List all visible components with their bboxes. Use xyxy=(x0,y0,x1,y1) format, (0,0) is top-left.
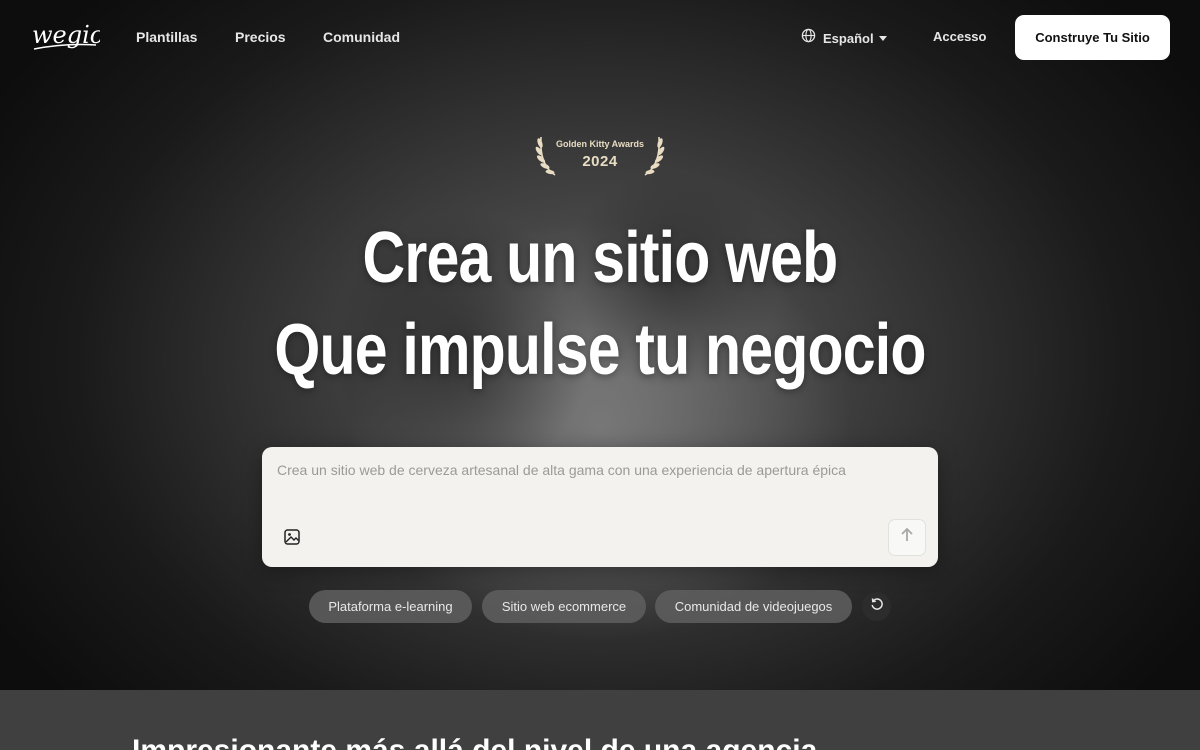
refresh-icon xyxy=(870,597,884,616)
globe-icon xyxy=(801,28,816,48)
wegic-logo[interactable]: wegic xyxy=(30,18,103,54)
build-site-button[interactable]: Construye Tu Sitio xyxy=(1015,15,1170,60)
prompt-placeholder[interactable]: Crea un sitio web de cerveza artesanal d… xyxy=(277,459,867,482)
headline-line-1: Crea un sitio web xyxy=(362,218,839,298)
nav-link-comunidad[interactable]: Comunidad xyxy=(323,29,400,45)
caret-down-icon xyxy=(878,35,887,41)
suggestion-chip[interactable]: Sitio web ecommerce xyxy=(482,590,646,623)
next-section: Impresionante más allá del nivel de una … xyxy=(0,690,1200,750)
prompt-input-box[interactable]: Crea un sitio web de cerveza artesanal d… xyxy=(262,447,938,567)
suggestion-chip[interactable]: Plataforma e-learning xyxy=(309,590,472,623)
hero-headline: Crea un sitio web Que impulse tu negocio xyxy=(0,212,1200,396)
language-selector[interactable]: Español xyxy=(801,28,887,48)
suggestion-chip[interactable]: Comunidad de videojuegos xyxy=(655,590,852,623)
arrow-up-icon xyxy=(899,527,915,548)
award-badge: Golden Kitty Awards 2024 xyxy=(533,133,667,177)
refresh-suggestions-button[interactable] xyxy=(862,592,891,621)
image-upload-icon[interactable] xyxy=(283,528,301,546)
language-label: Español xyxy=(823,30,874,46)
award-year: 2024 xyxy=(582,153,618,170)
top-navigation: wegic Plantillas Precios Comunidad Españ… xyxy=(0,0,1200,74)
login-link[interactable]: Accesso xyxy=(933,29,986,44)
award-title: Golden Kitty Awards xyxy=(555,139,644,149)
nav-link-plantillas[interactable]: Plantillas xyxy=(136,29,197,45)
headline-line-2: Que impulse tu negocio xyxy=(274,310,926,390)
section-title: Impresionante más allá del nivel de una … xyxy=(132,734,817,750)
nav-link-precios[interactable]: Precios xyxy=(235,29,286,45)
send-button[interactable] xyxy=(888,519,926,556)
